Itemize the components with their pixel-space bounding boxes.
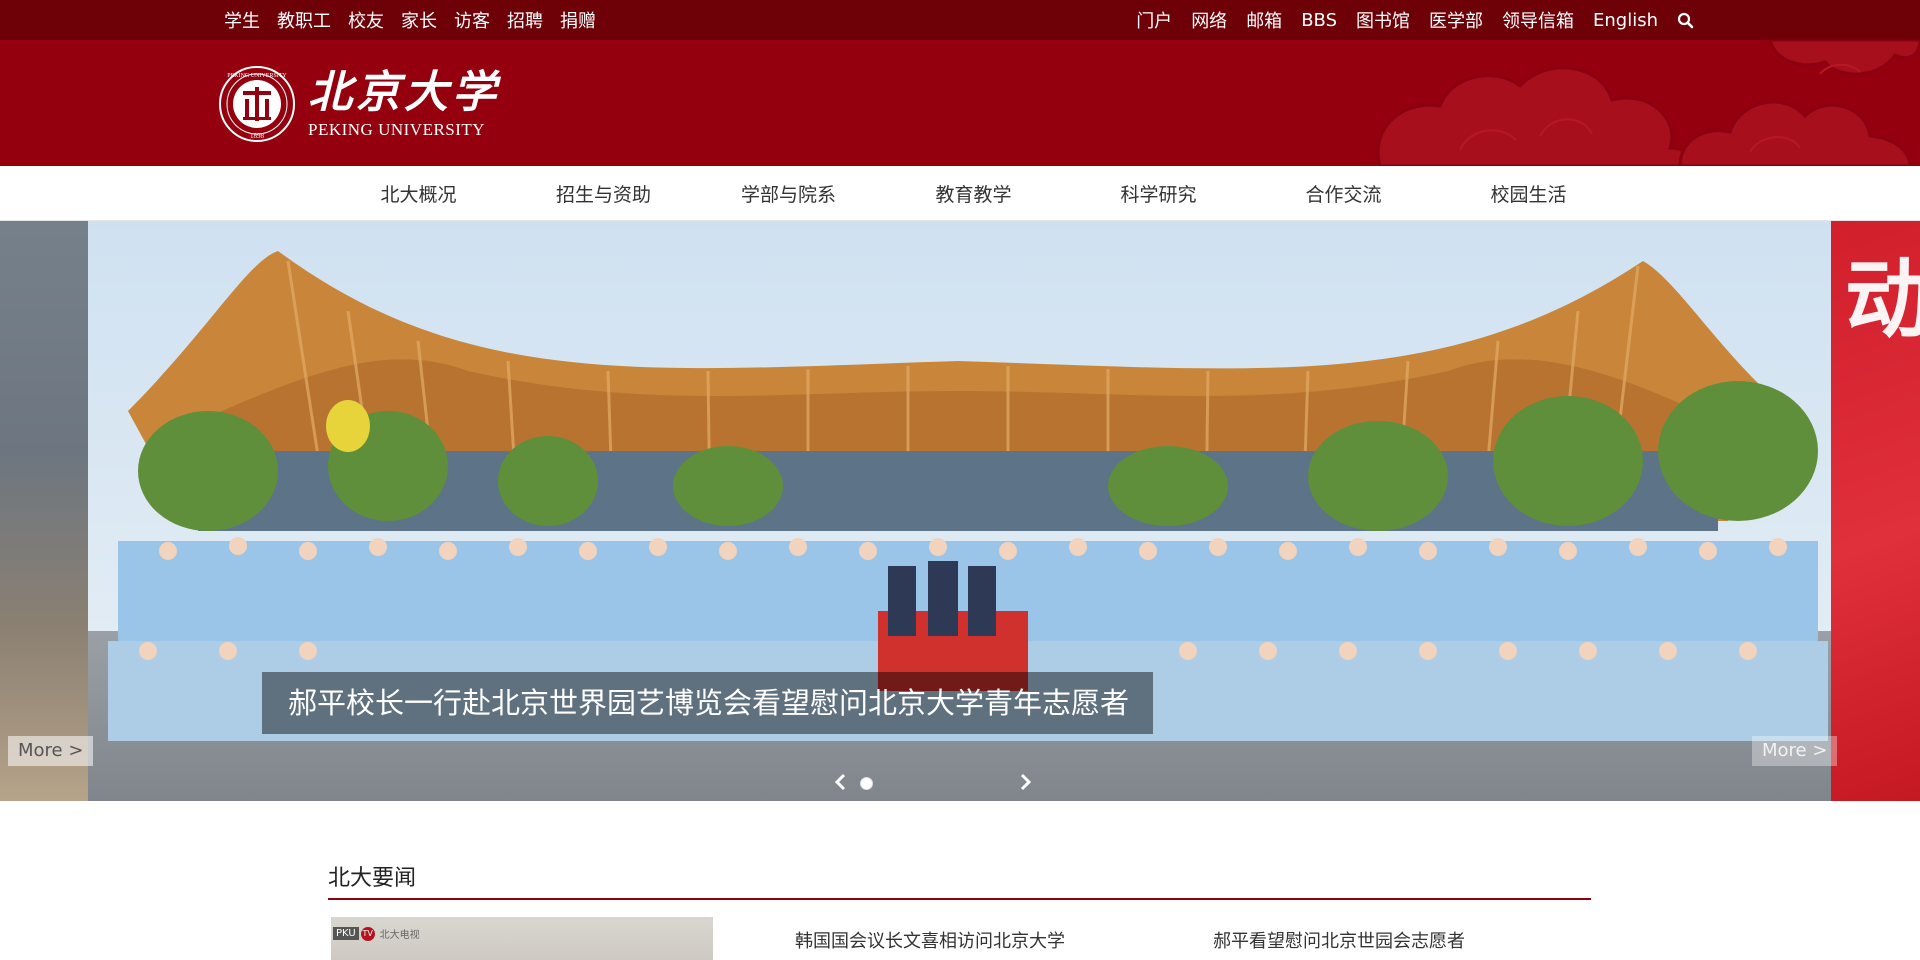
nav-item-overview[interactable]: 北大概况: [326, 166, 511, 221]
pku-tv-badge: PKU TV 北大电视: [333, 926, 420, 941]
nav-item-admissions[interactable]: 招生与资助: [511, 166, 696, 221]
topbar-link-network[interactable]: 网络: [1191, 7, 1227, 33]
logo-english-name: PEKING UNIVERSITY: [308, 120, 486, 139]
site-header: PEKING UNIVERSITY 1898 北京大学 PEKING UNIVE…: [0, 40, 1920, 166]
previous-slide-preview[interactable]: [0, 221, 88, 801]
cloud-pattern-decoration: [1376, 40, 1920, 166]
topbar-link-donate[interactable]: 捐赠: [560, 7, 596, 33]
tv-badge-pku: PKU: [333, 927, 359, 940]
carousel-next-arrow-icon[interactable]: [1019, 773, 1033, 791]
carousel-dot-active[interactable]: [860, 777, 873, 790]
page: 学生 教职工 校友 家长 访客 招聘 捐赠 门户 网络 邮箱 BBS 图书馆 医…: [0, 0, 1920, 960]
nav-item-campus-life[interactable]: 校园生活: [1436, 166, 1621, 221]
nav-item-research[interactable]: 科学研究: [1066, 166, 1251, 221]
topbar-link-english[interactable]: English: [1593, 10, 1658, 31]
news-section-divider: [328, 898, 1591, 900]
banner-carousel: 动 郝平校长一行赴北京世界园艺博览会看望慰问北京大学青年志愿者 More > M…: [0, 221, 1920, 801]
news-headline-link[interactable]: 韩国国会议长文喜相访问北京大学: [795, 927, 1065, 953]
topbar-link-portal[interactable]: 门户: [1136, 7, 1172, 33]
seal-ring-text: PEKING UNIVERSITY: [227, 73, 287, 79]
previous-slide-more-link[interactable]: More >: [8, 736, 94, 766]
nav-item-education[interactable]: 教育教学: [881, 166, 1066, 221]
topbar-link-medical[interactable]: 医学部: [1429, 7, 1483, 33]
nav-item-cooperation[interactable]: 合作交流: [1251, 166, 1436, 221]
carousel-prev-arrow-icon[interactable]: [833, 773, 847, 791]
audience-links: 学生 教职工 校友 家长 访客 招聘 捐赠: [224, 0, 613, 40]
news-section-title: 北大要闻: [328, 866, 417, 891]
top-utility-bar: 学生 教职工 校友 家长 访客 招聘 捐赠 门户 网络 邮箱 BBS 图书馆 医…: [0, 0, 1920, 40]
topbar-link-leader-mailbox[interactable]: 领导信箱: [1502, 7, 1574, 33]
topbar-link-staff[interactable]: 教职工: [277, 7, 331, 33]
next-slide-glyph: 动: [1845, 250, 1920, 350]
topbar-link-bbs[interactable]: BBS: [1301, 10, 1337, 31]
topbar-link-library[interactable]: 图书馆: [1356, 7, 1410, 33]
topbar-link-visitors[interactable]: 访客: [454, 7, 490, 33]
slide-caption[interactable]: 郝平校长一行赴北京世界园艺博览会看望慰问北京大学青年志愿者: [262, 672, 1154, 734]
topbar-link-alumni[interactable]: 校友: [348, 7, 384, 33]
main-navigation: 北大概况 招生与资助 学部与院系 教育教学 科学研究 合作交流 校园生活: [0, 166, 1920, 221]
topbar-link-parents[interactable]: 家长: [401, 7, 437, 33]
seal-year: 1898: [250, 132, 265, 140]
topbar-link-jobs[interactable]: 招聘: [507, 7, 543, 33]
topbar-link-students[interactable]: 学生: [224, 7, 260, 33]
tv-badge-tv: TV: [360, 926, 375, 941]
service-links: 门户 网络 邮箱 BBS 图书馆 医学部 领导信箱 English: [1117, 0, 1694, 40]
next-slide-preview[interactable]: 动: [1831, 221, 1920, 801]
pku-logo[interactable]: PEKING UNIVERSITY 1898 北京大学 PEKING UNIVE…: [218, 62, 500, 146]
logo-wordmark: 北京大学 PEKING UNIVERSITY: [308, 68, 500, 140]
news-headline-link[interactable]: 郝平看望慰问北京世园会志愿者: [1213, 927, 1465, 953]
nav-item-schools[interactable]: 学部与院系: [696, 166, 881, 221]
current-slide-more-link[interactable]: More >: [1752, 736, 1838, 766]
tv-badge-name: 北大电视: [379, 930, 420, 941]
search-icon[interactable]: [1677, 12, 1694, 29]
logo-chinese-name: 北京大学: [308, 67, 500, 118]
pku-seal-emblem: PEKING UNIVERSITY 1898: [219, 66, 295, 142]
topbar-link-mail[interactable]: 邮箱: [1246, 7, 1282, 33]
news-video-thumbnail[interactable]: PKU TV 北大电视: [331, 917, 713, 960]
